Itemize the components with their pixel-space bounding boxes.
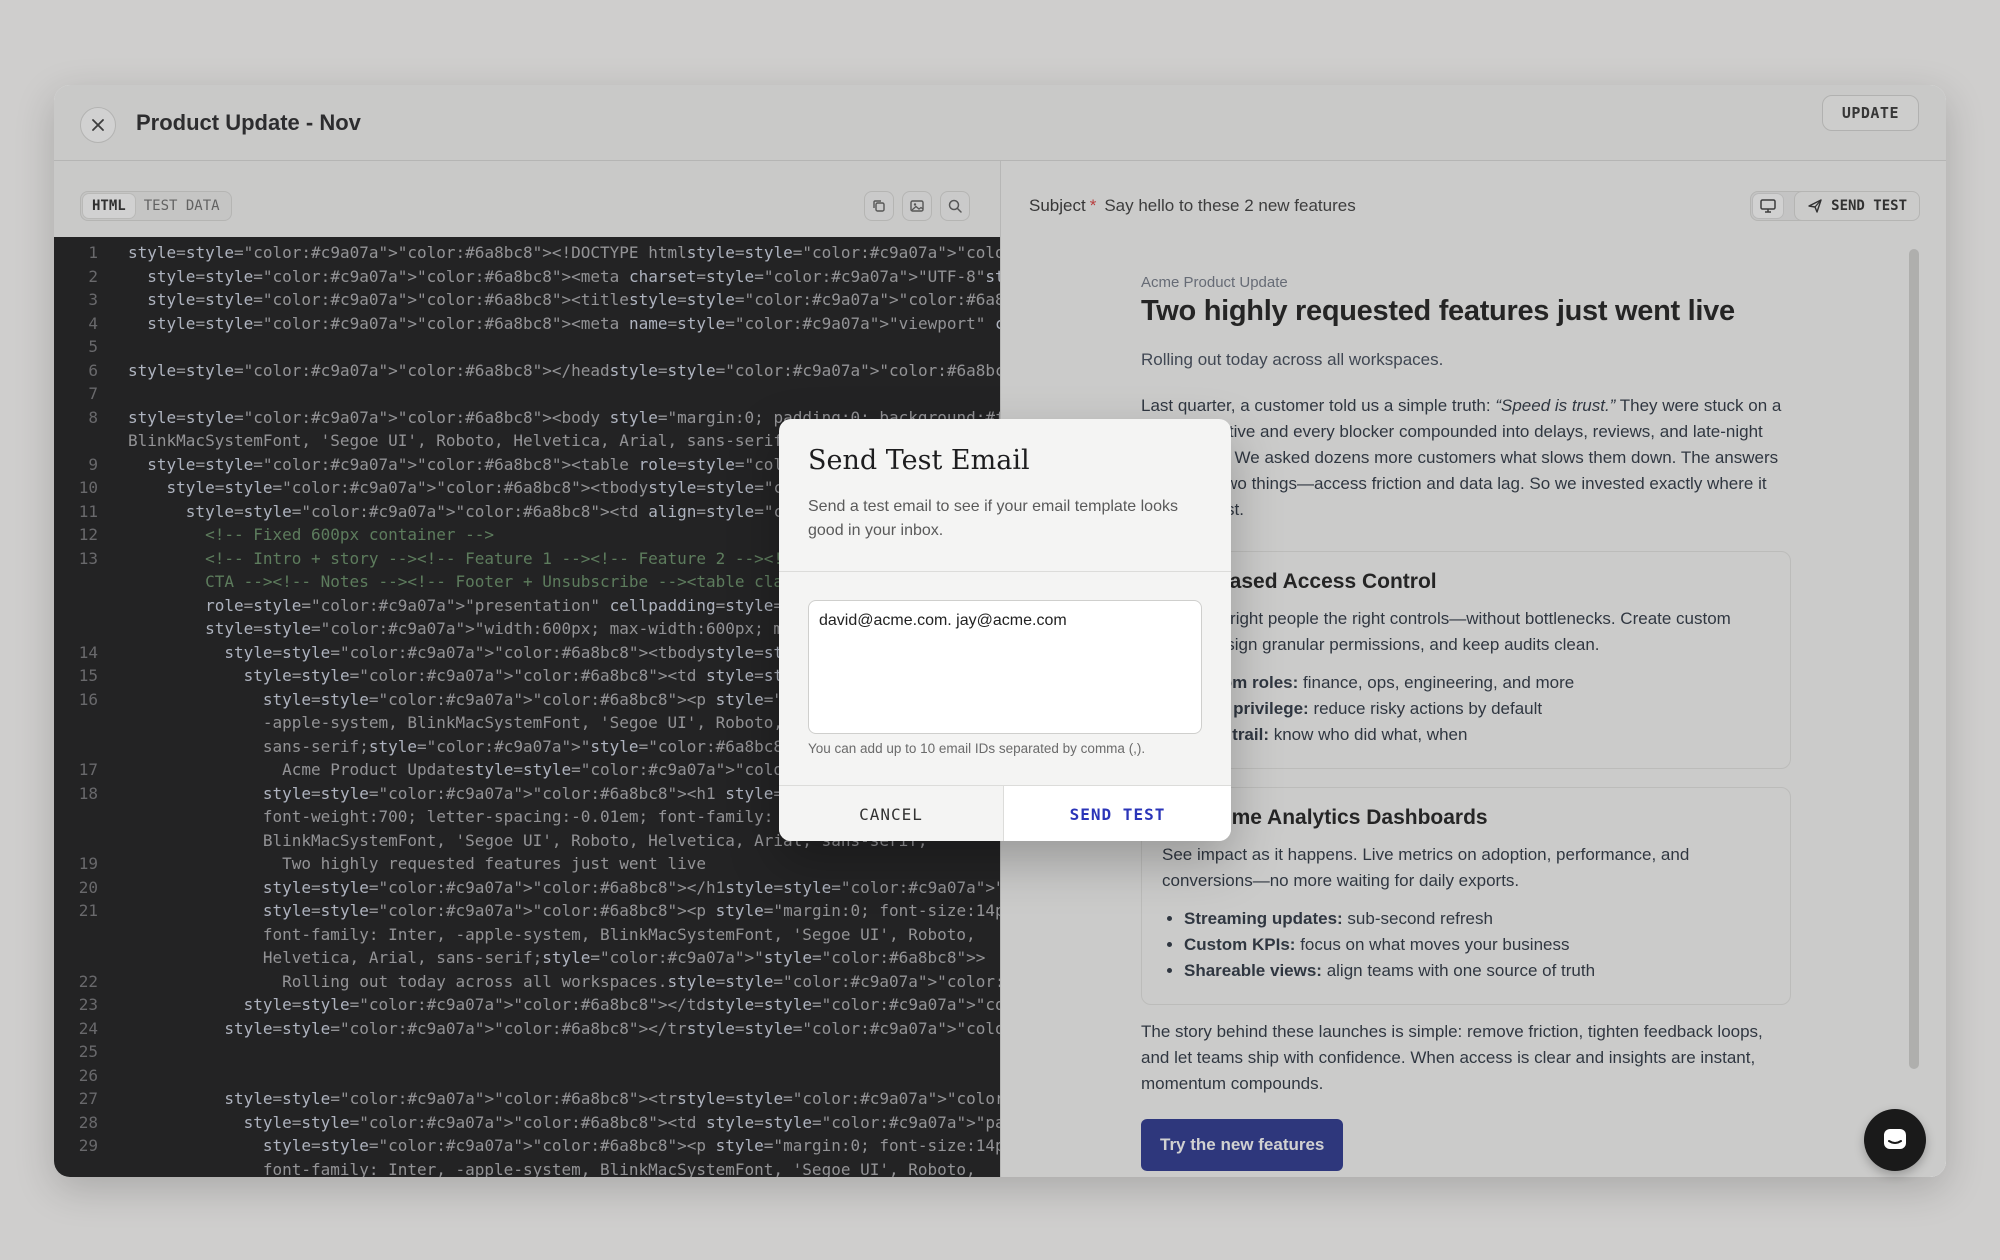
- cancel-button[interactable]: CANCEL: [779, 786, 1004, 841]
- helper-text: You can add up to 10 email IDs separated…: [808, 741, 1146, 756]
- divider: [779, 571, 1231, 572]
- modal-footer: CANCEL SEND TEST: [779, 785, 1231, 841]
- modal-subtitle: Send a test email to see if your email t…: [808, 498, 1178, 539]
- email-recipients-input[interactable]: david@acme.com. jay@acme.com: [808, 600, 1202, 734]
- modal-title: Send Test Email: [808, 445, 1030, 476]
- chat-icon: [1884, 1129, 1906, 1149]
- chat-launcher[interactable]: [1864, 1109, 1926, 1171]
- send-test-email-modal: Send Test Email Send a test email to see…: [779, 419, 1231, 841]
- send-test-button[interactable]: SEND TEST: [1004, 786, 1231, 841]
